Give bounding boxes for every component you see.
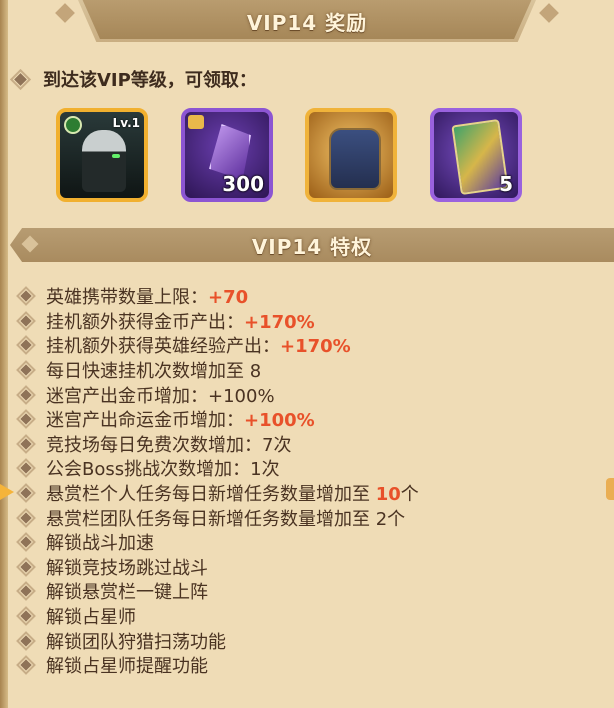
list-item: 挂机额外获得金币产出：+170% (16, 309, 419, 334)
bullet-diamond-icon (16, 384, 36, 405)
bullet-diamond-icon (16, 310, 36, 331)
bullet-diamond-icon (16, 433, 36, 454)
reward-item-card[interactable]: 5 (430, 108, 522, 202)
bullet-diamond-icon (16, 581, 36, 602)
privilege-text: 解锁占星师 (46, 607, 136, 629)
list-item: 悬赏栏个人任务每日新增任务数量增加至 10个 (16, 481, 419, 506)
privilege-text: 解锁占星师提醒功能 (46, 656, 208, 678)
ornament-icon (21, 235, 39, 253)
right-scroll-handle[interactable] (606, 478, 614, 500)
reward-intro-text: 到达该VIP等级，可领取： (43, 70, 257, 91)
bullet-diamond-icon (16, 483, 36, 503)
reward-count: 5 (499, 172, 513, 196)
list-item: 公会Boss挑战次数增加：1次 (16, 456, 419, 481)
privilege-text: 解锁战斗加速 (46, 533, 154, 555)
bullet-diamond-icon (16, 458, 36, 479)
left-frame-border (0, 0, 8, 708)
bullet-diamond-icon (16, 630, 36, 651)
ornament-icon (55, 3, 75, 23)
list-item: 挂机额外获得英雄经验产出：+170% (16, 333, 419, 358)
privilege-title: VIP14 特权 (251, 234, 373, 259)
reward-intro: 到达该VIP等级，可领取： (9, 66, 257, 92)
list-item: 竞技场每日免费次数增加：7次 (16, 432, 419, 457)
privilege-text: 迷宫产出金币增加：+100% (46, 385, 275, 407)
privilege-text: 挂机额外获得金币产出：+170% (46, 311, 315, 333)
privilege-text: 解锁团队狩猎扫荡功能 (46, 631, 226, 653)
bullet-diamond-icon (16, 360, 36, 380)
privilege-text: 挂机额外获得英雄经验产出：+170% (46, 336, 351, 358)
bullet-diamond-icon (16, 532, 36, 553)
bullet-diamond-icon (16, 335, 36, 356)
reward-item-crystal[interactable]: 300 (181, 108, 273, 202)
bullet-diamond-icon (16, 286, 36, 307)
hero-eye (112, 154, 120, 158)
privilege-text: 公会Boss挑战次数增加：1次 (46, 459, 280, 481)
list-item: 解锁悬赏栏一键上阵 (16, 579, 419, 604)
list-item: 迷宫产出金币增加：+100% (16, 382, 419, 407)
list-item: 解锁竞技场跳过战斗 (16, 555, 419, 580)
bullet-diamond-icon (9, 68, 32, 90)
privilege-text: 悬赏栏团队任务每日新增任务数量增加至 2个 (46, 508, 406, 530)
list-item: 悬赏栏团队任务每日新增任务数量增加至 2个 (16, 505, 419, 530)
privilege-text: 竞技场每日免费次数增加：7次 (46, 434, 292, 456)
title-banner: VIP14 奖励 (78, 0, 536, 42)
list-item: 每日快速挂机次数增加至 8 (16, 358, 419, 383)
reward-item-hero[interactable]: Lv.1 (56, 108, 148, 202)
privilege-list: 英雄携带数量上限：+70 挂机额外获得金币产出：+170% 挂机额外获得英雄经验… (16, 284, 419, 678)
privilege-text: 解锁悬赏栏一键上阵 (46, 582, 208, 604)
privilege-text: 迷宫产出命运金币增加：+100% (46, 410, 315, 432)
hero-level: Lv.1 (112, 116, 140, 130)
page-title: VIP14 奖励 (246, 10, 368, 35)
list-item: 解锁战斗加速 (16, 530, 419, 555)
reward-item-armor[interactable] (305, 108, 397, 202)
list-item: 解锁占星师提醒功能 (16, 653, 419, 678)
list-item: 迷宫产出命运金币增加：+100% (16, 407, 419, 432)
puzzle-icon (188, 115, 204, 129)
list-item: 解锁占星师 (16, 604, 419, 629)
privilege-text: 每日快速挂机次数增加至 8 (46, 361, 262, 383)
list-item: 英雄携带数量上限：+70 (16, 284, 419, 309)
bullet-diamond-icon (16, 409, 36, 430)
privilege-text: 英雄携带数量上限：+70 (46, 287, 249, 309)
bullet-diamond-icon (16, 556, 36, 577)
privilege-text: 悬赏栏个人任务每日新增任务数量增加至 10个 (46, 484, 419, 506)
hero-portrait-icon (82, 130, 126, 192)
privilege-text: 解锁竞技场跳过战斗 (46, 557, 208, 579)
ornament-icon (539, 3, 559, 23)
bullet-diamond-icon (16, 507, 36, 528)
faction-icon (64, 116, 82, 134)
reward-count: 300 (222, 172, 264, 196)
list-item: 解锁团队狩猎扫荡功能 (16, 628, 419, 653)
armor-icon (329, 128, 381, 190)
bullet-diamond-icon (16, 606, 36, 626)
bullet-diamond-icon (16, 655, 36, 676)
privilege-banner: VIP14 特权 (10, 228, 614, 262)
